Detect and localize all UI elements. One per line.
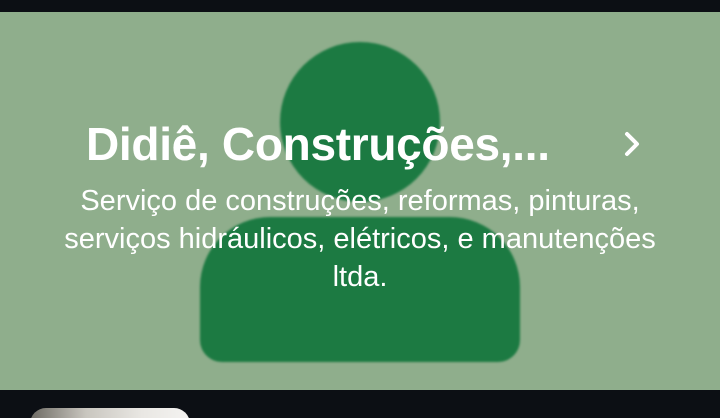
media-thumbnail[interactable] xyxy=(30,408,190,418)
chevron-right-icon[interactable] xyxy=(612,124,652,164)
bottom-strip xyxy=(0,390,720,418)
profile-description: Serviço de construções, reformas, pintur… xyxy=(64,185,656,293)
screen: Didiê, Construções,... Serviço de constr… xyxy=(0,0,720,418)
business-profile-card[interactable]: Didiê, Construções,... Serviço de constr… xyxy=(0,12,720,390)
top-bar xyxy=(0,0,720,12)
profile-name: Didiê, Construções,... xyxy=(86,118,550,170)
profile-header[interactable]: Didiê, Construções,... xyxy=(0,116,720,172)
